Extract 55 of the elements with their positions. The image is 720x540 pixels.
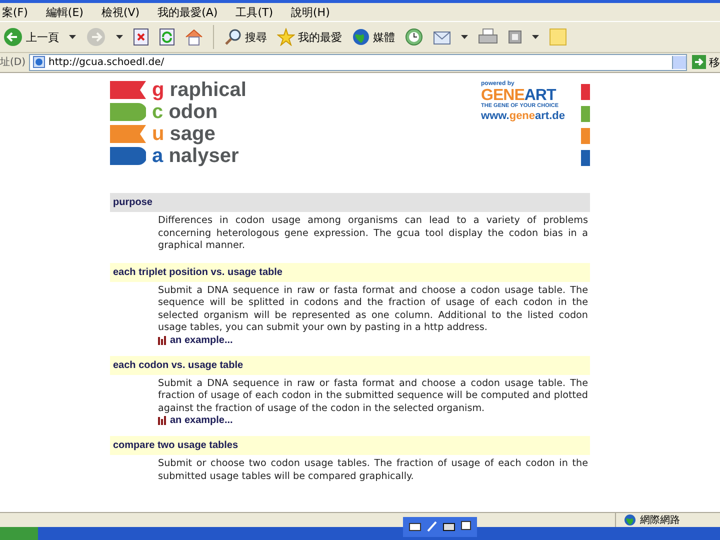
window-icon [508, 30, 522, 44]
section-text: Submit a DNA sequence in raw or fasta format and choose a codon usage table. The sequence will be splitted in codons and the fraction of usage of each codon in the selected organism will be represented as one column. Additional to the listed codon usage tables, you can submit your own by pasting in a http address. [158, 284, 588, 334]
section-text: Submit a DNA sequence in raw or fasta format and choose a codon usage table. The fraction of usage of each codon in the submitted sequence will be computed and plotted against the fraction of usage of the codon in the selected organism. [158, 378, 588, 415]
dropdown-arrow[interactable] [529, 33, 542, 41]
start-button[interactable] [0, 527, 38, 540]
globe-icon [352, 28, 370, 46]
menu-item[interactable]: 我的最愛(A) [156, 4, 220, 20]
search-button[interactable]: 搜尋 [221, 26, 270, 48]
caret-icon [532, 35, 539, 39]
search-icon [224, 28, 242, 46]
address-label: 址(D) [0, 56, 26, 69]
bar-chart-icon [158, 336, 167, 344]
keyboard-icon[interactable] [409, 522, 421, 531]
page-icon [32, 56, 45, 68]
logo-word: c odon [152, 102, 218, 122]
stop-icon [133, 28, 149, 46]
dropdown-arrow[interactable] [458, 33, 471, 41]
caret-icon [69, 35, 76, 39]
section-heading: each triplet position vs. usage table [110, 262, 590, 282]
caret-icon [461, 35, 468, 39]
section-text: Differences in codon usage among organisms can lead to a variety of problems concerning heterologous gene expression. The gcua tool display the codon bias in a graphical manner. [158, 215, 588, 252]
pen-icon[interactable] [427, 521, 437, 532]
arrow-icon [692, 55, 706, 69]
logo-word: u sage [152, 124, 216, 144]
section-heading: each codon vs. usage table [110, 356, 590, 374]
keyboard-icon[interactable] [443, 522, 455, 531]
caret-icon [116, 35, 123, 39]
section-heading: compare two usage tables [110, 436, 590, 455]
refresh-icon [159, 28, 175, 46]
address-field[interactable]: http://gcua.schoedl.de/ [28, 54, 687, 70]
favorites-button[interactable]: 我的最愛 [274, 26, 345, 48]
logo-word: g raphical [152, 80, 246, 100]
security-zone: 網際網路 [640, 514, 680, 527]
menu-item[interactable]: 說明(H) [289, 4, 332, 20]
logo-word: a nalyser [152, 146, 239, 166]
section-text: Submit or choose two codon usage tables. The fraction of usage of each codon in the submitted usage tables will be compared graphically. [158, 458, 588, 483]
help-icon[interactable] [461, 521, 471, 532]
example-link[interactable]: an example... [158, 415, 233, 426]
home-icon [185, 28, 203, 46]
section-heading: purpose [110, 193, 590, 212]
printer-icon [478, 28, 498, 46]
bar-chart-icon [158, 416, 167, 425]
example-link[interactable]: an example... [158, 334, 233, 346]
star-icon [277, 28, 295, 46]
envelope-icon [433, 29, 451, 45]
menu-item[interactable]: 檢視(V) [99, 4, 142, 20]
dropdown-arrow[interactable] [66, 33, 79, 41]
media-button[interactable]: 媒體 [349, 26, 398, 48]
note-icon [549, 28, 567, 46]
menu-item[interactable]: 案(F) [0, 4, 30, 20]
clock-icon [405, 28, 423, 46]
menu-item[interactable]: 工具(T) [234, 4, 275, 20]
go-button[interactable]: 移 [690, 54, 720, 70]
menu-item[interactable]: 編輯(E) [44, 4, 86, 20]
back-button[interactable]: 上一頁 [0, 25, 62, 49]
